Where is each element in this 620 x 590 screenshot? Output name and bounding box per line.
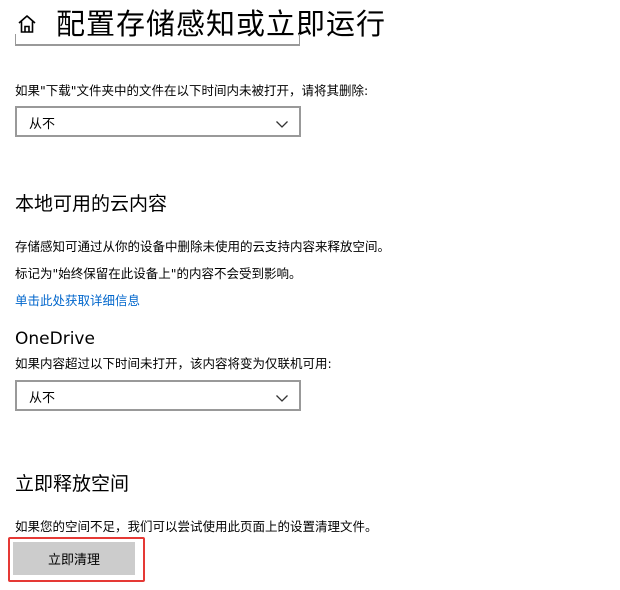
chevron-down-icon [275, 115, 289, 128]
home-icon[interactable] [16, 13, 38, 35]
cloud-content-heading: 本地可用的云内容 [15, 193, 168, 215]
downloads-dropdown-value: 从不 [29, 117, 56, 132]
onedrive-label: 如果内容超过以下时间未打开，该内容将变为仅联机可用: [15, 356, 332, 371]
clean-now-button[interactable]: 立即清理 [13, 542, 135, 575]
onedrive-title: OneDrive [15, 329, 95, 349]
cloud-description-1: 存储感知可通过从你的设备中删除未使用的云支持内容来释放空间。 [15, 239, 391, 254]
cloud-description-2: 标记为"始终保留在此设备上"的内容不会受到影响。 [15, 266, 302, 281]
downloads-dropdown[interactable]: 从不 [15, 106, 301, 137]
free-space-description: 如果您的空间不足，我们可以尝试使用此页面上的设置清理文件。 [15, 519, 378, 534]
free-space-heading: 立即释放空间 [15, 473, 130, 495]
onedrive-dropdown[interactable]: 从不 [15, 380, 301, 411]
truncated-dropdown-bottom [15, 34, 300, 46]
chevron-down-icon [275, 389, 289, 402]
onedrive-dropdown-value: 从不 [29, 391, 56, 406]
downloads-label: 如果"下载"文件夹中的文件在以下时间内未被打开，请将其删除: [15, 83, 369, 98]
details-link[interactable]: 单击此处获取详细信息 [15, 290, 140, 309]
